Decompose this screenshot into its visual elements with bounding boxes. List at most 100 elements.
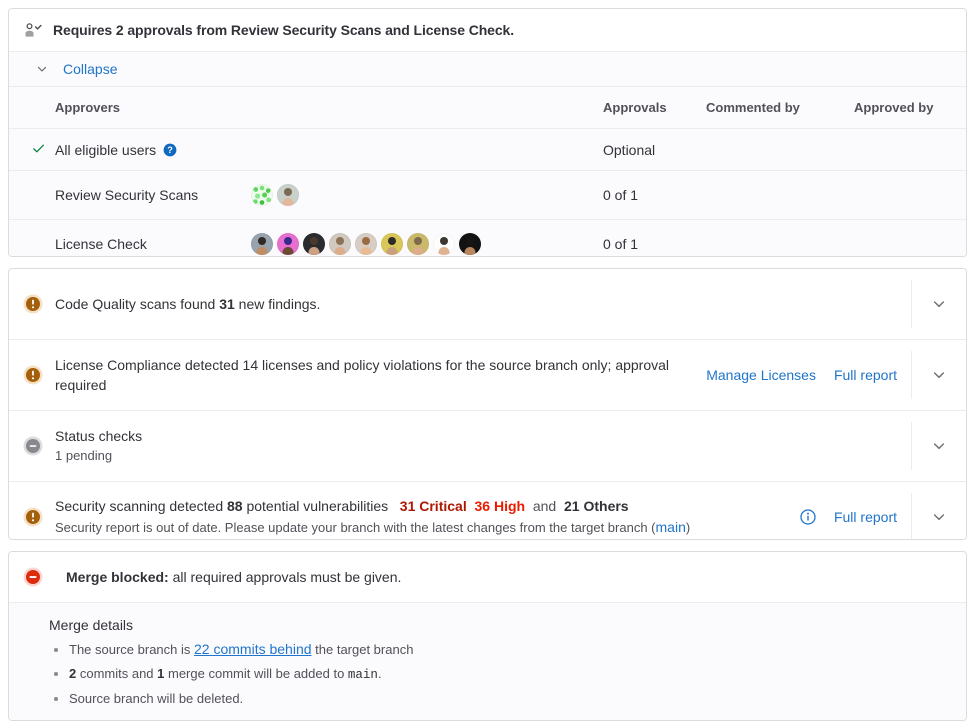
report-text: Status checks 1 pending	[55, 426, 911, 466]
chevron-down-icon	[37, 66, 47, 72]
merge-blocked-card: Merge blocked: all required approvals mu…	[8, 550, 967, 721]
merge-details-title: Merge details	[49, 616, 134, 633]
avatar[interactable]	[459, 233, 481, 255]
th-spacer-avatars	[251, 87, 603, 129]
th-spacer	[9, 87, 55, 129]
avatar[interactable]	[329, 233, 351, 255]
row-status-cell	[9, 128, 55, 171]
detail-mid-2: merge commit will be added to	[164, 665, 348, 681]
avatar[interactable]	[303, 233, 325, 255]
list-item: 2 commits and 1 merge commit will be add…	[69, 664, 950, 685]
approver-name-cell: All eligible users ?	[55, 128, 251, 171]
approver-avatars-cell	[251, 170, 603, 220]
approvals-count-cell: Optional	[603, 128, 706, 171]
severity-and: and	[532, 497, 557, 514]
merge-details-list: The source branch is 22 commits behind t…	[49, 639, 950, 708]
approved-by-cell	[854, 170, 966, 220]
merge-blocked-reason: all required approvals must be given.	[168, 568, 402, 585]
report-actions: Full report	[800, 509, 911, 525]
severity-critical: 31 Critical	[399, 497, 467, 514]
avatar-group	[251, 184, 599, 206]
th-approved-by: Approved by	[854, 87, 966, 129]
detail-mid-1: commits and	[76, 665, 158, 681]
security-text-before: Security scanning detected	[55, 497, 227, 514]
report-text-before: License Compliance detected 14 licenses …	[55, 356, 670, 394]
merge-details-body: Merge details The source branch is 22 co…	[9, 602, 966, 721]
approvers-table: Approvers Approvals Commented by Approve…	[9, 87, 966, 257]
report-row-status-checks: Status checks 1 pending	[9, 411, 966, 483]
commits-behind-link[interactable]: 22 commits behind	[194, 641, 312, 657]
commented-by-cell	[706, 170, 854, 220]
avatar[interactable]	[407, 233, 429, 255]
approver-name: All eligible users	[55, 141, 157, 158]
avatar[interactable]	[433, 233, 455, 255]
report-text: Code Quality scans found 31 new findings…	[55, 294, 911, 314]
report-text-after: new findings.	[234, 295, 321, 312]
help-icon[interactable]: ?	[163, 143, 177, 157]
table-row: All eligible users ? Optional	[9, 128, 966, 171]
report-text-before: Code Quality scans found	[55, 295, 220, 312]
row-status-cell	[9, 170, 55, 220]
full-report-link[interactable]: Full report	[834, 367, 897, 383]
approver-name-cell: License Check	[55, 219, 251, 257]
security-subtext: Security report is out of date. Please u…	[55, 517, 788, 538]
collapse-row[interactable]: Collapse	[9, 52, 966, 87]
info-circle-icon[interactable]	[800, 509, 816, 525]
detail-text-after: the target branch	[311, 641, 414, 657]
report-row-security-scanning: Security scanning detected 88 potential …	[9, 482, 966, 539]
chevron-down-icon	[933, 443, 945, 450]
avatar[interactable]	[251, 233, 273, 255]
merge-blocked-label: Merge blocked:	[66, 568, 169, 585]
expand-toggle-status-checks[interactable]	[911, 422, 966, 471]
detail-tail: .	[377, 665, 382, 681]
avatar[interactable]	[277, 233, 299, 255]
approvals-header: Requires 2 approvals from Review Securit…	[9, 9, 966, 52]
approvals-count-cell: 0 of 1	[603, 219, 706, 257]
reports-card: Code Quality scans found 31 new findings…	[8, 268, 967, 540]
chevron-down-icon	[933, 514, 945, 521]
security-count: 88	[227, 497, 243, 514]
table-row: License Check 0 of 1	[9, 219, 966, 257]
expand-toggle-license-compliance[interactable]	[911, 351, 966, 400]
approver-avatars-cell	[251, 219, 603, 257]
report-count: 31	[219, 295, 235, 312]
target-branch-link[interactable]: main	[656, 519, 686, 535]
approvals-count-cell: 0 of 1	[603, 170, 706, 220]
report-text: Security scanning detected 88 potential …	[55, 496, 800, 538]
approved-by-cell	[854, 128, 966, 171]
security-subtext-before: Security report is out of date. Please u…	[55, 520, 656, 536]
expand-toggle-code-quality[interactable]	[911, 280, 966, 329]
warning-icon	[23, 294, 43, 314]
security-headline: Security scanning detected 88 potential …	[55, 496, 788, 516]
approvers-table-header-row: Approvers Approvals Commented by Approve…	[9, 87, 966, 129]
collapse-link[interactable]: Collapse	[63, 61, 117, 77]
security-subtext-after: )	[685, 520, 691, 536]
report-actions: Manage Licenses Full report	[706, 367, 911, 383]
avatar[interactable]	[381, 233, 403, 255]
avatar[interactable]	[277, 184, 299, 206]
chevron-down-icon	[933, 301, 945, 308]
severity-high: 36 High	[474, 497, 526, 514]
th-approvals: Approvals	[603, 87, 706, 129]
th-commented-by: Commented by	[706, 87, 854, 129]
merge-blocked-text: Merge blocked: all required approvals mu…	[66, 569, 401, 585]
severity-others: 21 Others	[564, 497, 629, 514]
row-status-cell	[9, 219, 55, 257]
approver-name-cell: Review Security Scans	[55, 170, 251, 220]
approval-user-check-icon	[25, 23, 42, 37]
approvals-header-title: Requires 2 approvals from Review Securit…	[53, 22, 515, 38]
detail-text: Source branch will be deleted.	[69, 690, 244, 706]
avatar[interactable]	[251, 184, 273, 206]
warning-icon	[23, 365, 43, 385]
avatar[interactable]	[355, 233, 377, 255]
manage-licenses-link[interactable]: Manage Licenses	[706, 367, 816, 383]
report-row-code-quality: Code Quality scans found 31 new findings…	[9, 269, 966, 341]
approver-avatars-cell	[251, 128, 603, 171]
avatar-group	[251, 233, 599, 255]
report-text: License Compliance detected 14 licenses …	[55, 355, 706, 396]
full-report-link[interactable]: Full report	[834, 509, 897, 525]
svg-text:?: ?	[167, 145, 173, 155]
expand-toggle-security-scanning[interactable]	[911, 493, 966, 539]
approved-by-cell	[854, 219, 966, 257]
th-approvers: Approvers	[55, 87, 251, 129]
